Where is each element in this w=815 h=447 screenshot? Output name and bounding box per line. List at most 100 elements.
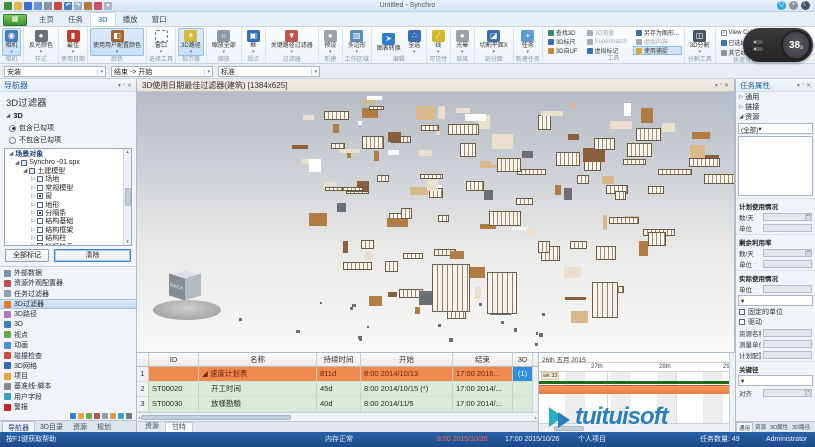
viewport-scene[interactable]: BACK [137,92,734,352]
find3d-button[interactable]: 查找3D [545,28,581,37]
print-icon[interactable] [44,2,52,10]
split3d-button[interactable]: ◫3D分割▾ [687,28,713,56]
field-input[interactable]: ▴▾ [763,249,812,257]
sphere-button[interactable]: ●反光颜色▾ [26,28,56,56]
twig-icon[interactable]: ▷ [31,235,35,241]
field-input[interactable]: ▴▾ [763,213,812,221]
row-number[interactable]: 1 [137,367,149,381]
column-header[interactable]: 持续时间 [317,353,361,366]
cube-button[interactable]: ▣框▾ [244,28,263,56]
tree-item[interactable]: ▷栏杆扶手 [7,242,122,246]
column-header[interactable]: 3D [513,353,533,366]
zoom-button[interactable]: ○缩放全部▾ [209,28,239,56]
settings-icon[interactable] [54,2,62,10]
new-icon[interactable] [4,2,12,10]
task-start[interactable]: 8:00 2014/10/13 [361,367,453,381]
resource-list-box[interactable] [738,136,813,196]
panel-tab-资源[interactable]: 资源 [68,421,92,432]
link-combo-1[interactable]: 结束 -> 开始▾ [111,66,213,77]
radio-icon[interactable] [9,125,16,132]
snap-button[interactable]: 使用捕捉 [633,46,682,55]
sidebar-item-项目[interactable]: 项目 [0,371,136,381]
radio-不包含已勾项[interactable]: 不包含已勾项 [0,134,136,146]
prop-node-通用[interactable]: ▷通用 [736,92,815,102]
view-tab-资源[interactable]: 资源 [139,422,165,432]
file-menu-button[interactable]: ▦ [3,14,27,26]
ribbon-tab-3D[interactable]: 3D [90,12,116,26]
twig-icon[interactable]: ▷ [739,104,743,110]
table-row[interactable]: 2ST00020 开工时间45d8:00 2014/10/15 (*)17:00… [137,382,538,397]
sidebar-item-3D路径[interactable]: 3D路径 [0,309,136,319]
sidebar-item-外部数据[interactable]: 外部数据 [0,268,136,278]
scroll-up-icon[interactable]: ▴ [126,149,129,155]
twig-icon[interactable]: ▷ [31,185,35,191]
ribbon-tab-任务[interactable]: 任务 [61,12,90,26]
prop-node-资源[interactable]: ◢资源 [736,112,815,122]
checkbox-icon[interactable] [739,309,745,315]
task-start[interactable]: 8:00 2014/10/15 (*) [361,382,453,396]
qq-icon[interactable]: Q [777,1,786,10]
prop-tab-资源[interactable]: 资源 [753,422,768,432]
task-end[interactable]: 17:00 2016... [453,367,513,381]
task-name[interactable]: 开工时间 [199,382,317,396]
scroll-thumb[interactable] [125,188,131,206]
table-vertical-scrollbar[interactable] [532,367,538,412]
field-input[interactable] [763,224,812,232]
strip-icon[interactable] [126,413,132,419]
mark-all-button[interactable]: 全部标记 [5,249,49,262]
sidebar-item-3D[interactable]: 3D [0,319,136,329]
task-start[interactable]: 8:00 2014/11/5 [361,397,453,411]
panel-tab-3D目录[interactable]: 3D目录 [35,421,68,432]
float-icon[interactable]: ▫ [720,82,722,89]
task-duration[interactable]: 40d [317,397,361,411]
nav-cube-back-face[interactable]: BACK [169,273,185,300]
tag-button[interactable]: ▮最佳▾ [64,28,83,56]
twig-icon[interactable]: ▷ [31,227,35,233]
task-id[interactable] [149,367,199,381]
task-name[interactable]: ◢ 速度计划表 [199,367,317,381]
twig-icon[interactable]: ◢ [15,160,19,166]
field-input[interactable] [763,329,812,337]
link-combo-0[interactable]: 安装▾ [4,66,106,77]
spinner-icon[interactable]: ▴▾ [805,214,811,220]
twig-icon[interactable]: ▷ [31,210,35,216]
checkbox[interactable] [37,185,43,191]
strip-icon[interactable] [70,413,76,419]
spinner-icon[interactable]: ▴▾ [805,250,811,256]
paint-button[interactable]: ◧使用用户配置颜色▾ [90,28,144,56]
glow-button[interactable]: ●光晕▾ [453,28,472,56]
funnel-button[interactable]: ▼关键路径过滤器▾ [268,28,316,56]
recorder-buttons[interactable] [753,40,763,51]
recorder-gauge[interactable]: 38s [781,30,811,60]
select-all-button[interactable]: ∴全选▾ [405,28,424,56]
column-header[interactable]: 开始 [361,353,453,366]
new-task-button[interactable]: +任务▾ [518,28,537,56]
checkbox[interactable] [37,193,43,199]
polygon-button[interactable]: ▧多边形▾ [345,28,369,56]
twig-icon[interactable]: ▷ [739,94,743,100]
scroll-right-icon[interactable]: ▸ [535,415,537,420]
panel-tab-规划[interactable]: 规划 [92,421,116,432]
checkbox[interactable] [21,160,27,166]
more-icon[interactable]: ▾ [104,2,112,10]
sidebar-item-动画[interactable]: 动画 [0,340,136,350]
select-button[interactable]: 窗口▾ [152,28,171,56]
task-duration[interactable]: 811d [317,367,361,381]
camera-button[interactable]: ◉相机▾ [2,28,21,56]
panel-tab-导航器[interactable]: 导航器 [2,421,35,432]
tree-scrollbar[interactable]: ▴▾ [123,149,131,245]
save-all-icon[interactable] [34,2,42,10]
radio-包含已勾项[interactable]: 包含已勾项 [0,122,136,134]
twig-icon[interactable]: ▷ [31,243,35,246]
task-duration[interactable]: 45d [317,382,361,396]
task-id[interactable]: ST00030 [149,397,199,411]
copy-icon[interactable] [84,2,92,10]
critical-path-combo[interactable]: ▾ [738,375,813,386]
nav-cube-side-face[interactable] [185,273,201,300]
convert-button[interactable]: ➤图表转换 [374,31,404,54]
float-icon[interactable]: ▫ [123,82,125,89]
expand-icon[interactable]: ◢ [6,113,10,119]
ribbon-tab-主页[interactable]: 主页 [32,12,61,26]
close-icon[interactable]: ✕ [724,82,729,89]
menu-icon[interactable]: ▾ [715,82,718,89]
